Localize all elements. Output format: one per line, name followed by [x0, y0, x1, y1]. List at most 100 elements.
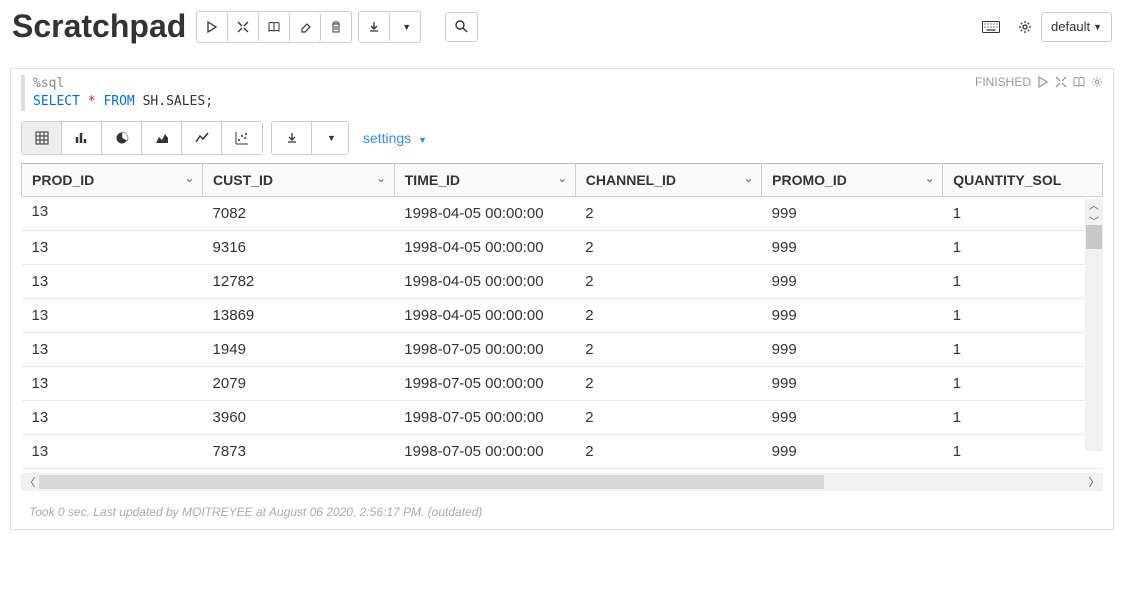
scatter-chart-icon: [235, 131, 249, 145]
sort-icon[interactable]: ⌄: [185, 172, 194, 185]
download-result-button[interactable]: [272, 122, 312, 154]
line-chart-button[interactable]: [182, 122, 222, 154]
table-cell: 2: [575, 435, 761, 469]
table-cell: 7082: [203, 197, 395, 231]
table-cell: 12782: [203, 265, 395, 299]
table-row[interactable]: 13138691998-04-05 00:00:0029991: [22, 299, 1103, 333]
table-row[interactable]: 13127821998-04-05 00:00:0029991: [22, 265, 1103, 299]
vertical-scroll-track[interactable]: [1085, 215, 1103, 435]
column-header[interactable]: CHANNEL_ID⌄: [575, 164, 761, 197]
table-cell: 1998-04-05 00:00:00: [394, 231, 575, 265]
vertical-scrollbar[interactable]: ︿ ﹀: [1085, 199, 1103, 451]
column-header-label: PROMO_ID: [772, 172, 847, 188]
column-header[interactable]: TIME_ID ⌄: [394, 164, 575, 197]
sort-icon[interactable]: ⌄: [558, 172, 567, 185]
scatter-chart-button[interactable]: [222, 122, 262, 154]
vertical-scroll-thumb[interactable]: [1086, 225, 1102, 249]
table-cell: 1998-07-05 00:00:00: [394, 401, 575, 435]
table-cell: 9316: [203, 231, 395, 265]
table-row[interactable]: 1320791998-07-05 00:00:0029991: [22, 367, 1103, 401]
play-icon: [206, 21, 218, 33]
table-cell: 999: [762, 265, 943, 299]
toolbar: Scratchpad ▼ default▼: [0, 0, 1124, 54]
collapse-icon: [237, 21, 249, 33]
keyboard-icon: [982, 21, 1000, 33]
horizontal-scroll-track[interactable]: [39, 473, 1085, 491]
table-row[interactable]: 1370821998-04-05 00:00:0029991: [22, 197, 1103, 231]
search-button[interactable]: [445, 12, 478, 42]
bar-chart-icon: [75, 131, 89, 145]
magic-directive: %sql: [33, 76, 64, 91]
settings-link[interactable]: settings ▼: [363, 130, 427, 146]
cell-status-bar: FINISHED: [975, 75, 1103, 89]
table-cell: 1998-04-05 00:00:00: [394, 265, 575, 299]
table-cell: 2: [575, 367, 761, 401]
keyboard-shortcuts-button[interactable]: [973, 12, 1009, 42]
table-row[interactable]: 1339601998-07-05 00:00:0029991: [22, 401, 1103, 435]
run-cell-button[interactable]: [1037, 76, 1049, 88]
column-header[interactable]: PROMO_ID ⌄: [762, 164, 943, 197]
table-cell: 1998-04-05 00:00:00: [394, 299, 575, 333]
visualization-toolbar: ▼ settings ▼: [11, 111, 1113, 163]
table-cell: 13: [22, 231, 203, 265]
table-row[interactable]: 1319491998-07-05 00:00:0029991: [22, 333, 1103, 367]
table-cell: 13: [22, 367, 203, 401]
run-all-button[interactable]: [197, 12, 228, 42]
sort-icon[interactable]: ⌄: [925, 172, 934, 185]
table-cell: 1998-07-05 00:00:00: [394, 435, 575, 469]
table-cell: 13: [22, 401, 203, 435]
area-chart-button[interactable]: [142, 122, 182, 154]
caret-down-icon: ▼: [402, 22, 411, 32]
table-cell: 2: [575, 231, 761, 265]
column-header-label: TIME_ID: [405, 172, 460, 188]
table-cell: 999: [762, 401, 943, 435]
table-row[interactable]: 1393161998-04-05 00:00:0029991: [22, 231, 1103, 265]
book-icon: [1073, 76, 1085, 88]
table-row[interactable]: 1378731998-07-05 00:00:0029991: [22, 435, 1103, 469]
pie-chart-button[interactable]: [102, 122, 142, 154]
column-header-label: CUST_ID: [213, 172, 273, 188]
column-header-label: PROD_ID: [32, 172, 94, 188]
download-result-group: ▼: [271, 121, 349, 155]
clear-output-button[interactable]: [290, 12, 321, 42]
export-button[interactable]: [359, 12, 390, 42]
show-hide-output-button[interactable]: [259, 12, 290, 42]
table-cell: 999: [762, 435, 943, 469]
result-table-container: ≡ PROD_ID⌄CUST_ID⌄TIME_ID⌄CHANNEL_ID⌄PRO…: [21, 163, 1103, 491]
table-cell: 13: [22, 435, 203, 469]
table-cell: 1: [943, 231, 1103, 265]
show-hide-code-button[interactable]: [228, 12, 259, 42]
table-cell: 1998-04-05 00:00:00: [394, 197, 575, 231]
export-dropdown-button[interactable]: ▼: [390, 12, 420, 42]
column-header-label: QUANTITY_SOL: [953, 172, 1061, 188]
scroll-up-arrow[interactable]: ︿: [1085, 199, 1103, 215]
trash-icon: [330, 21, 342, 33]
column-header[interactable]: QUANTITY_SOL: [943, 164, 1103, 197]
interpreter-label: default: [1051, 19, 1090, 34]
scroll-right-arrow[interactable]: 〉: [1085, 474, 1103, 490]
sort-icon[interactable]: ⌄: [744, 172, 753, 185]
download-result-dropdown[interactable]: ▼: [312, 122, 348, 154]
interpreter-select[interactable]: default▼: [1041, 12, 1112, 42]
scroll-left-arrow[interactable]: 〈: [21, 474, 39, 490]
table-cell: 1: [943, 265, 1103, 299]
clear-notebook-button[interactable]: [321, 12, 351, 42]
cell-collapse-button[interactable]: [1055, 76, 1067, 88]
table-cell: 1998-07-05 00:00:00: [394, 333, 575, 367]
horizontal-scrollbar[interactable]: 〈 〉: [21, 473, 1103, 491]
horizontal-scroll-thumb[interactable]: [39, 475, 824, 489]
sort-icon[interactable]: ⌄: [377, 172, 386, 185]
cell-book-button[interactable]: [1073, 76, 1085, 88]
column-header[interactable]: PROD_ID ⌄: [22, 164, 203, 197]
download-icon: [286, 132, 298, 144]
eraser-icon: [299, 21, 311, 33]
table-view-button[interactable]: [22, 122, 62, 154]
column-header[interactable]: CUST_ID ⌄: [203, 164, 395, 197]
bar-chart-button[interactable]: [62, 122, 102, 154]
table-cell: 7873: [203, 435, 395, 469]
cell-settings-button[interactable]: [1091, 76, 1103, 88]
cell-footer-status: Took 0 sec. Last updated by MOITREYEE at…: [11, 491, 1113, 529]
interpreter-settings-button[interactable]: [1009, 12, 1041, 42]
code-editor[interactable]: %sql SELECT * FROM SH.SALES;: [21, 75, 975, 111]
table-cell: 1: [943, 401, 1103, 435]
